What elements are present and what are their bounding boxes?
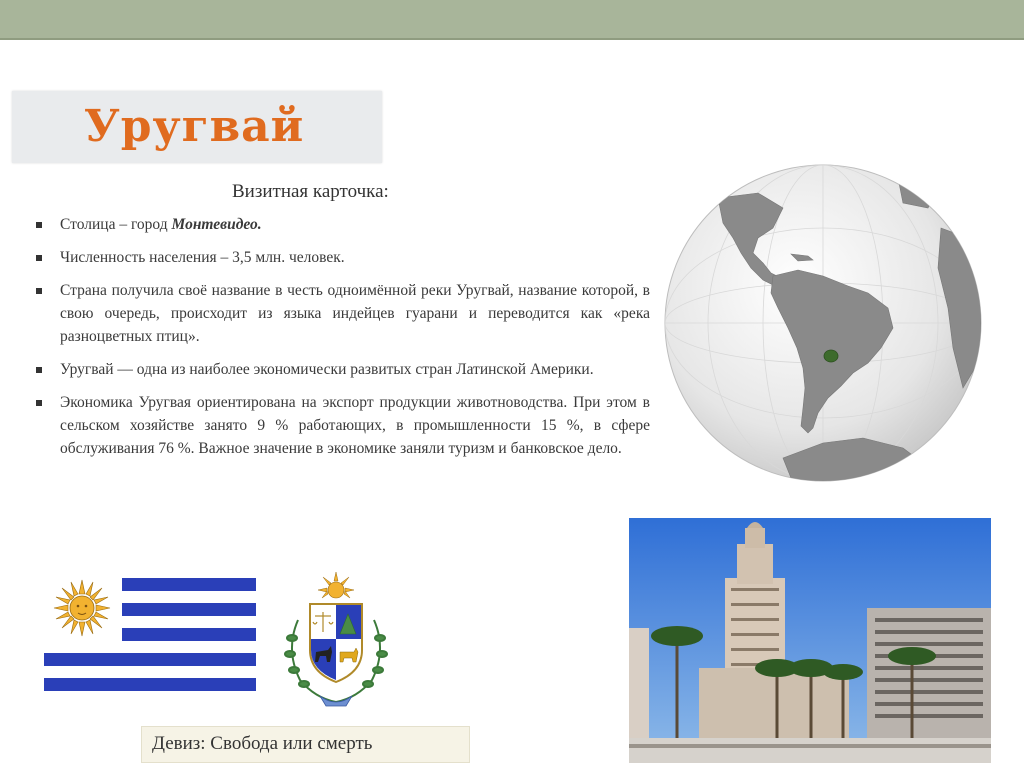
uruguay-marker xyxy=(823,349,839,363)
top-bar xyxy=(0,0,1024,38)
fact-economy-text: Экономика Уругвая ориентирована на экспо… xyxy=(60,394,650,457)
bullet-marker xyxy=(36,367,42,373)
card-heading: Визитная карточка: xyxy=(232,181,389,202)
fact-population: Численность населения – 3,5 млн. человек… xyxy=(36,246,650,269)
fact-population-text: Численность населения – 3,5 млн. человек… xyxy=(60,249,345,266)
fact-list: Столица – город Монтевидео. Численность … xyxy=(36,213,650,470)
motto-text: Девиз: Свобода или смерть xyxy=(152,733,373,754)
fact-name-origin: Страна получила своё название в честь од… xyxy=(36,279,650,348)
slide-title: Уругвай xyxy=(84,101,305,152)
fact-economy-rank: Уругвай — одна из наиболее экономически … xyxy=(36,358,650,381)
bullet-marker xyxy=(36,288,42,294)
bullet-marker xyxy=(36,255,42,261)
fact-capital-city: Монтевидео. xyxy=(171,216,262,233)
fact-capital-prefix: Столица – город xyxy=(60,216,172,233)
title-box: Уругвай xyxy=(12,91,382,163)
fact-capital: Столица – город Монтевидео. xyxy=(36,213,650,236)
top-bar-divider xyxy=(0,38,1024,40)
fact-economy-rank-text: Уругвай — одна из наиболее экономически … xyxy=(60,361,594,378)
montevideo-photo xyxy=(629,518,991,763)
uruguay-flag-icon xyxy=(44,578,256,692)
coat-of-arms-icon xyxy=(284,571,388,707)
globe-map-icon xyxy=(664,164,982,482)
fact-name-origin-text: Страна получила своё название в честь од… xyxy=(60,282,650,345)
fact-economy: Экономика Уругвая ориентирована на экспо… xyxy=(36,391,650,460)
bullet-marker xyxy=(36,222,42,228)
motto-box: Девиз: Свобода или смерть xyxy=(141,726,470,763)
bullet-marker xyxy=(36,400,42,406)
sun-icon xyxy=(53,579,111,637)
